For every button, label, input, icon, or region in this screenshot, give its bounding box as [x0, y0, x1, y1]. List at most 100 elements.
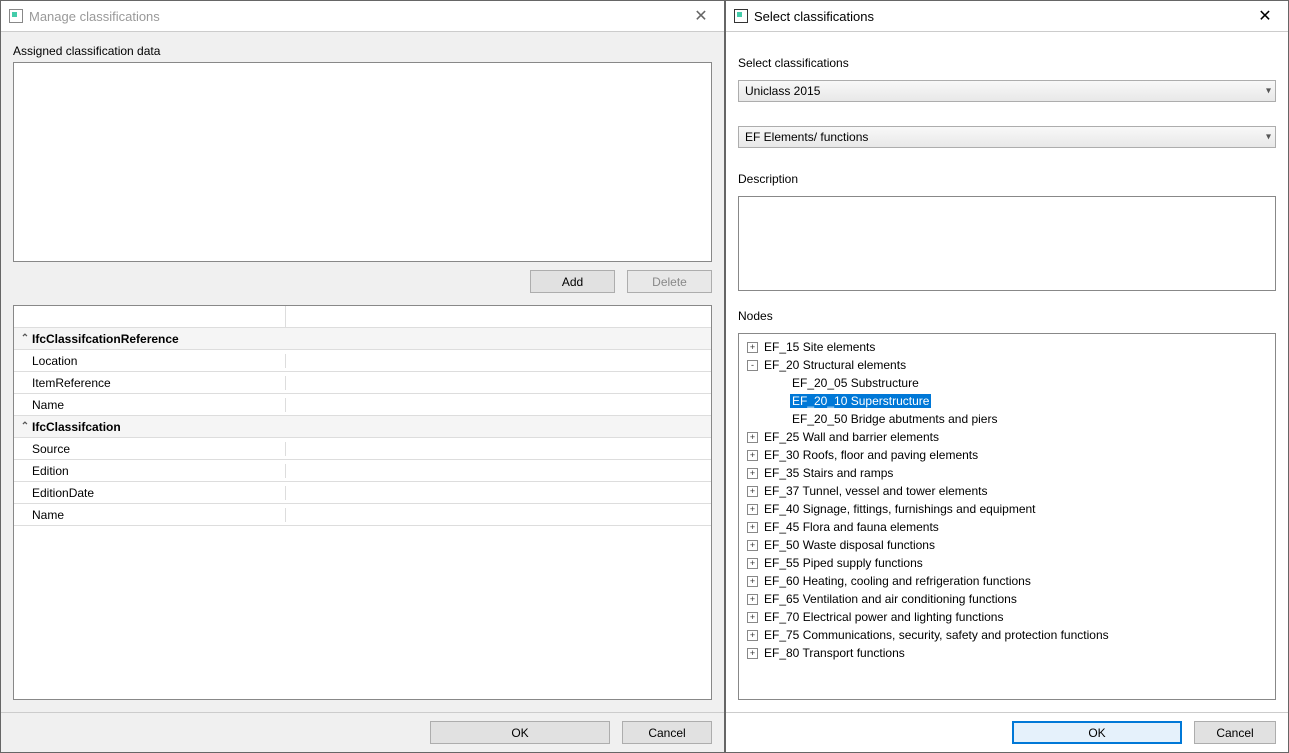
tree-node[interactable]: + EF_50 Waste disposal functions	[739, 536, 1275, 554]
description-box[interactable]	[738, 196, 1276, 291]
tree-node[interactable]: + EF_15 Site elements	[739, 338, 1275, 356]
tree-node-label: EF_37 Tunnel, vessel and tower elements	[762, 484, 989, 498]
tree-node[interactable]: EF_20_10 Superstructure	[739, 392, 1275, 410]
tree-node-label: EF_20 Structural elements	[762, 358, 908, 372]
assigned-list[interactable]	[13, 62, 712, 262]
tree-node[interactable]: +EF_75 Communications, security, safety …	[739, 626, 1275, 644]
ok-button[interactable]: OK	[1012, 721, 1182, 744]
property-key: Edition	[14, 464, 286, 478]
no-expand-icon	[775, 378, 786, 389]
tree-node-label: EF_65 Ventilation and air conditioning f…	[762, 592, 1019, 606]
tree-node-label: EF_35 Stairs and ramps	[762, 466, 895, 480]
tree-node-label: EF_30 Roofs, floor and paving elements	[762, 448, 980, 462]
close-icon[interactable]: ✕	[686, 6, 716, 26]
tree-node-label: EF_25 Wall and barrier elements	[762, 430, 941, 444]
expand-icon[interactable]: +	[747, 468, 758, 479]
expand-icon[interactable]: +	[747, 504, 758, 515]
list-buttons: Add Delete	[13, 270, 712, 293]
tree-node-label: EF_40 Signage, fittings, furnishings and…	[762, 502, 1038, 516]
tree-node-label: EF_20_50 Bridge abutments and piers	[790, 412, 999, 426]
close-icon[interactable]: ✕	[1250, 6, 1280, 26]
select-value: EF Elements/ functions	[745, 130, 868, 144]
dialog-footer: OK Cancel	[1, 712, 724, 752]
tree-node[interactable]: EF_20_50 Bridge abutments and piers	[739, 410, 1275, 428]
chevron-down-icon: ▾	[1266, 86, 1271, 97]
tree-node[interactable]: + EF_25 Wall and barrier elements	[739, 428, 1275, 446]
expand-icon[interactable]: +	[747, 558, 758, 569]
tree-node[interactable]: EF_20_05 Substructure	[739, 374, 1275, 392]
cancel-button[interactable]: Cancel	[622, 721, 712, 744]
classification-table-select[interactable]: EF Elements/ functions ▾	[738, 126, 1276, 148]
tree-node[interactable]: -EF_20 Structural elements	[739, 356, 1275, 374]
expand-icon[interactable]: +	[747, 432, 758, 443]
tree-node[interactable]: +EF_70 Electrical power and lighting fun…	[739, 608, 1275, 626]
property-row[interactable]: ItemReference	[14, 372, 711, 394]
tree-node[interactable]: +EF_80 Transport functions	[739, 644, 1275, 662]
delete-button[interactable]: Delete	[627, 270, 712, 293]
expand-icon[interactable]: +	[747, 576, 758, 587]
property-group-header[interactable]: ⌃IfcClassifcation	[14, 416, 711, 438]
property-key: Source	[14, 442, 286, 456]
title-bar: Manage classifications ✕	[1, 1, 724, 31]
nodes-tree[interactable]: +EF_15 Site elements-EF_20 Structural el…	[738, 333, 1276, 700]
property-key: ItemReference	[14, 376, 286, 390]
add-button[interactable]: Add	[530, 270, 615, 293]
property-row[interactable]: Location	[14, 350, 711, 372]
expand-icon[interactable]: +	[747, 450, 758, 461]
select-label: Select classifications	[738, 56, 1276, 70]
property-row[interactable]: EditionDate	[14, 482, 711, 504]
property-row[interactable]: Source	[14, 438, 711, 460]
tree-node[interactable]: + EF_60 Heating, cooling and refrigeratio…	[739, 572, 1275, 590]
tree-node-label: EF_60 Heating, cooling and refrigeration…	[762, 574, 1033, 588]
app-icon	[9, 9, 23, 23]
expand-icon[interactable]: +	[747, 612, 758, 623]
tree-node-label: EF_15 Site elements	[762, 340, 877, 354]
app-icon	[734, 9, 748, 23]
manage-classifications-dialog: Manage classifications ✕ Assigned classi…	[0, 0, 725, 753]
property-key: EditionDate	[14, 486, 286, 500]
tree-node[interactable]: + EF_35 Stairs and ramps	[739, 464, 1275, 482]
tree-node-label: EF_55 Piped supply functions	[762, 556, 925, 570]
expand-icon[interactable]: +	[747, 648, 758, 659]
property-group-title: IfcClassifcationReference	[32, 332, 179, 346]
property-row[interactable]: Edition	[14, 460, 711, 482]
collapse-icon: ⌃	[18, 333, 32, 344]
dialog-body: Assigned classification data Add Delete …	[1, 31, 724, 712]
tree-node[interactable]: + EF_30 Roofs, floor and paving elements	[739, 446, 1275, 464]
classification-system-select[interactable]: Uniclass 2015 ▾	[738, 80, 1276, 102]
expand-icon[interactable]: +	[747, 486, 758, 497]
expand-icon[interactable]: +	[747, 342, 758, 353]
window-title: Manage classifications	[29, 9, 160, 24]
collapse-icon[interactable]: -	[747, 360, 758, 371]
property-row[interactable]: Name	[14, 504, 711, 526]
expand-icon[interactable]: +	[747, 540, 758, 551]
tree-node-label: EF_20_10 Superstructure	[790, 394, 931, 408]
description-label: Description	[738, 172, 1276, 186]
tree-node-label: EF_45 Flora and fauna elements	[762, 520, 941, 534]
expand-icon[interactable]: +	[747, 594, 758, 605]
property-group-title: IfcClassifcation	[32, 420, 121, 434]
select-classifications-dialog: Select classifications ✕ Select classifi…	[725, 0, 1289, 753]
tree-node[interactable]: + EF_55 Piped supply functions	[739, 554, 1275, 572]
expand-icon[interactable]: +	[747, 630, 758, 641]
cancel-button[interactable]: Cancel	[1194, 721, 1276, 744]
no-expand-icon	[775, 414, 786, 425]
ok-button[interactable]: OK	[430, 721, 610, 744]
tree-node[interactable]: + EF_65 Ventilation and air conditioning …	[739, 590, 1275, 608]
tree-node[interactable]: + EF_37 Tunnel, vessel and tower elements	[739, 482, 1275, 500]
property-grid-header	[14, 306, 711, 328]
nodes-label: Nodes	[738, 309, 1276, 323]
property-key: Location	[14, 354, 286, 368]
assigned-label: Assigned classification data	[13, 44, 712, 58]
property-row[interactable]: Name	[14, 394, 711, 416]
property-key: Name	[14, 398, 286, 412]
select-value: Uniclass 2015	[745, 84, 820, 98]
property-group-header[interactable]: ⌃IfcClassifcationReference	[14, 328, 711, 350]
dialog-footer: OK Cancel	[726, 712, 1288, 752]
title-bar: Select classifications ✕	[726, 1, 1288, 31]
tree-node[interactable]: + EF_40 Signage, fittings, furnishings an…	[739, 500, 1275, 518]
property-grid[interactable]: ⌃IfcClassifcationReference Location ItemRe…	[13, 305, 712, 700]
expand-icon[interactable]: +	[747, 522, 758, 533]
tree-node[interactable]: + EF_45 Flora and fauna elements	[739, 518, 1275, 536]
tree-node-label: EF_50 Waste disposal functions	[762, 538, 937, 552]
